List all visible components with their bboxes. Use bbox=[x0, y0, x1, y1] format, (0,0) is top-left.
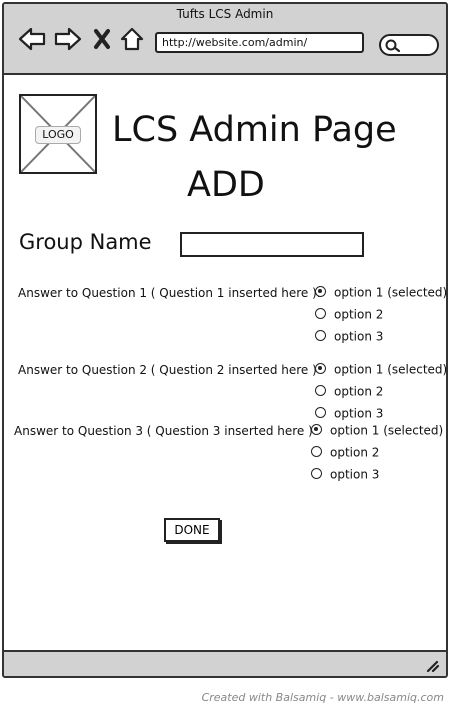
group-name-label: Group Name bbox=[19, 230, 152, 254]
resize-grip-icon[interactable] bbox=[426, 660, 440, 672]
status-bar bbox=[4, 650, 446, 676]
page-subtitle: ADD bbox=[187, 165, 265, 205]
done-button[interactable]: DONE bbox=[164, 518, 220, 542]
question-1-option-1[interactable]: option 1 (selected) bbox=[315, 285, 446, 301]
question-3-option-1[interactable]: option 1 (selected) bbox=[311, 423, 443, 439]
logo-label: LOGO bbox=[35, 126, 81, 144]
browser-chrome: Tufts LCS Admin http://website.com/admin… bbox=[4, 4, 446, 75]
question-1-label: Answer to Question 1 ( Question 1 insert… bbox=[18, 286, 321, 300]
window-title: Tufts LCS Admin bbox=[176, 7, 274, 21]
question-2-option-2[interactable]: option 2 bbox=[315, 384, 383, 400]
question-1-option-2[interactable]: option 2 bbox=[315, 307, 383, 323]
radio-button[interactable] bbox=[315, 407, 326, 418]
radio-button[interactable] bbox=[311, 446, 322, 457]
radio-button[interactable] bbox=[315, 385, 326, 396]
close-icon[interactable] bbox=[92, 26, 112, 52]
group-name-input[interactable] bbox=[180, 232, 364, 257]
home-icon[interactable] bbox=[119, 26, 145, 52]
search-field[interactable] bbox=[379, 34, 439, 56]
search-icon bbox=[385, 39, 401, 53]
radio-button-selected[interactable] bbox=[311, 424, 322, 435]
forward-arrow-icon[interactable] bbox=[54, 26, 82, 52]
radio-button[interactable] bbox=[315, 308, 326, 319]
question-3-label: Answer to Question 3 ( Question 3 insert… bbox=[14, 424, 313, 438]
browser-window: Tufts LCS Admin http://website.com/admin… bbox=[2, 2, 448, 678]
radio-button-selected[interactable] bbox=[315, 363, 326, 374]
footer-credit: Created with Balsamiq - www.balsamiq.com bbox=[201, 691, 444, 704]
radio-button[interactable] bbox=[311, 468, 322, 479]
question-3-option-3[interactable]: option 3 bbox=[311, 467, 379, 483]
question-2-label: Answer to Question 2 ( Question 2 insert… bbox=[18, 363, 317, 377]
logo-placeholder: LOGO bbox=[19, 94, 97, 174]
question-2-option-1[interactable]: option 1 (selected) bbox=[315, 362, 446, 378]
question-2-option-3[interactable]: option 3 bbox=[315, 406, 383, 422]
page-title: LCS Admin Page bbox=[112, 110, 397, 150]
radio-button-selected[interactable] bbox=[315, 286, 326, 297]
question-1-option-3[interactable]: option 3 bbox=[315, 329, 383, 345]
question-3-option-2[interactable]: option 2 bbox=[311, 445, 379, 461]
back-arrow-icon[interactable] bbox=[18, 26, 46, 52]
url-input[interactable]: http://website.com/admin/ bbox=[155, 32, 364, 53]
radio-button[interactable] bbox=[315, 330, 326, 341]
